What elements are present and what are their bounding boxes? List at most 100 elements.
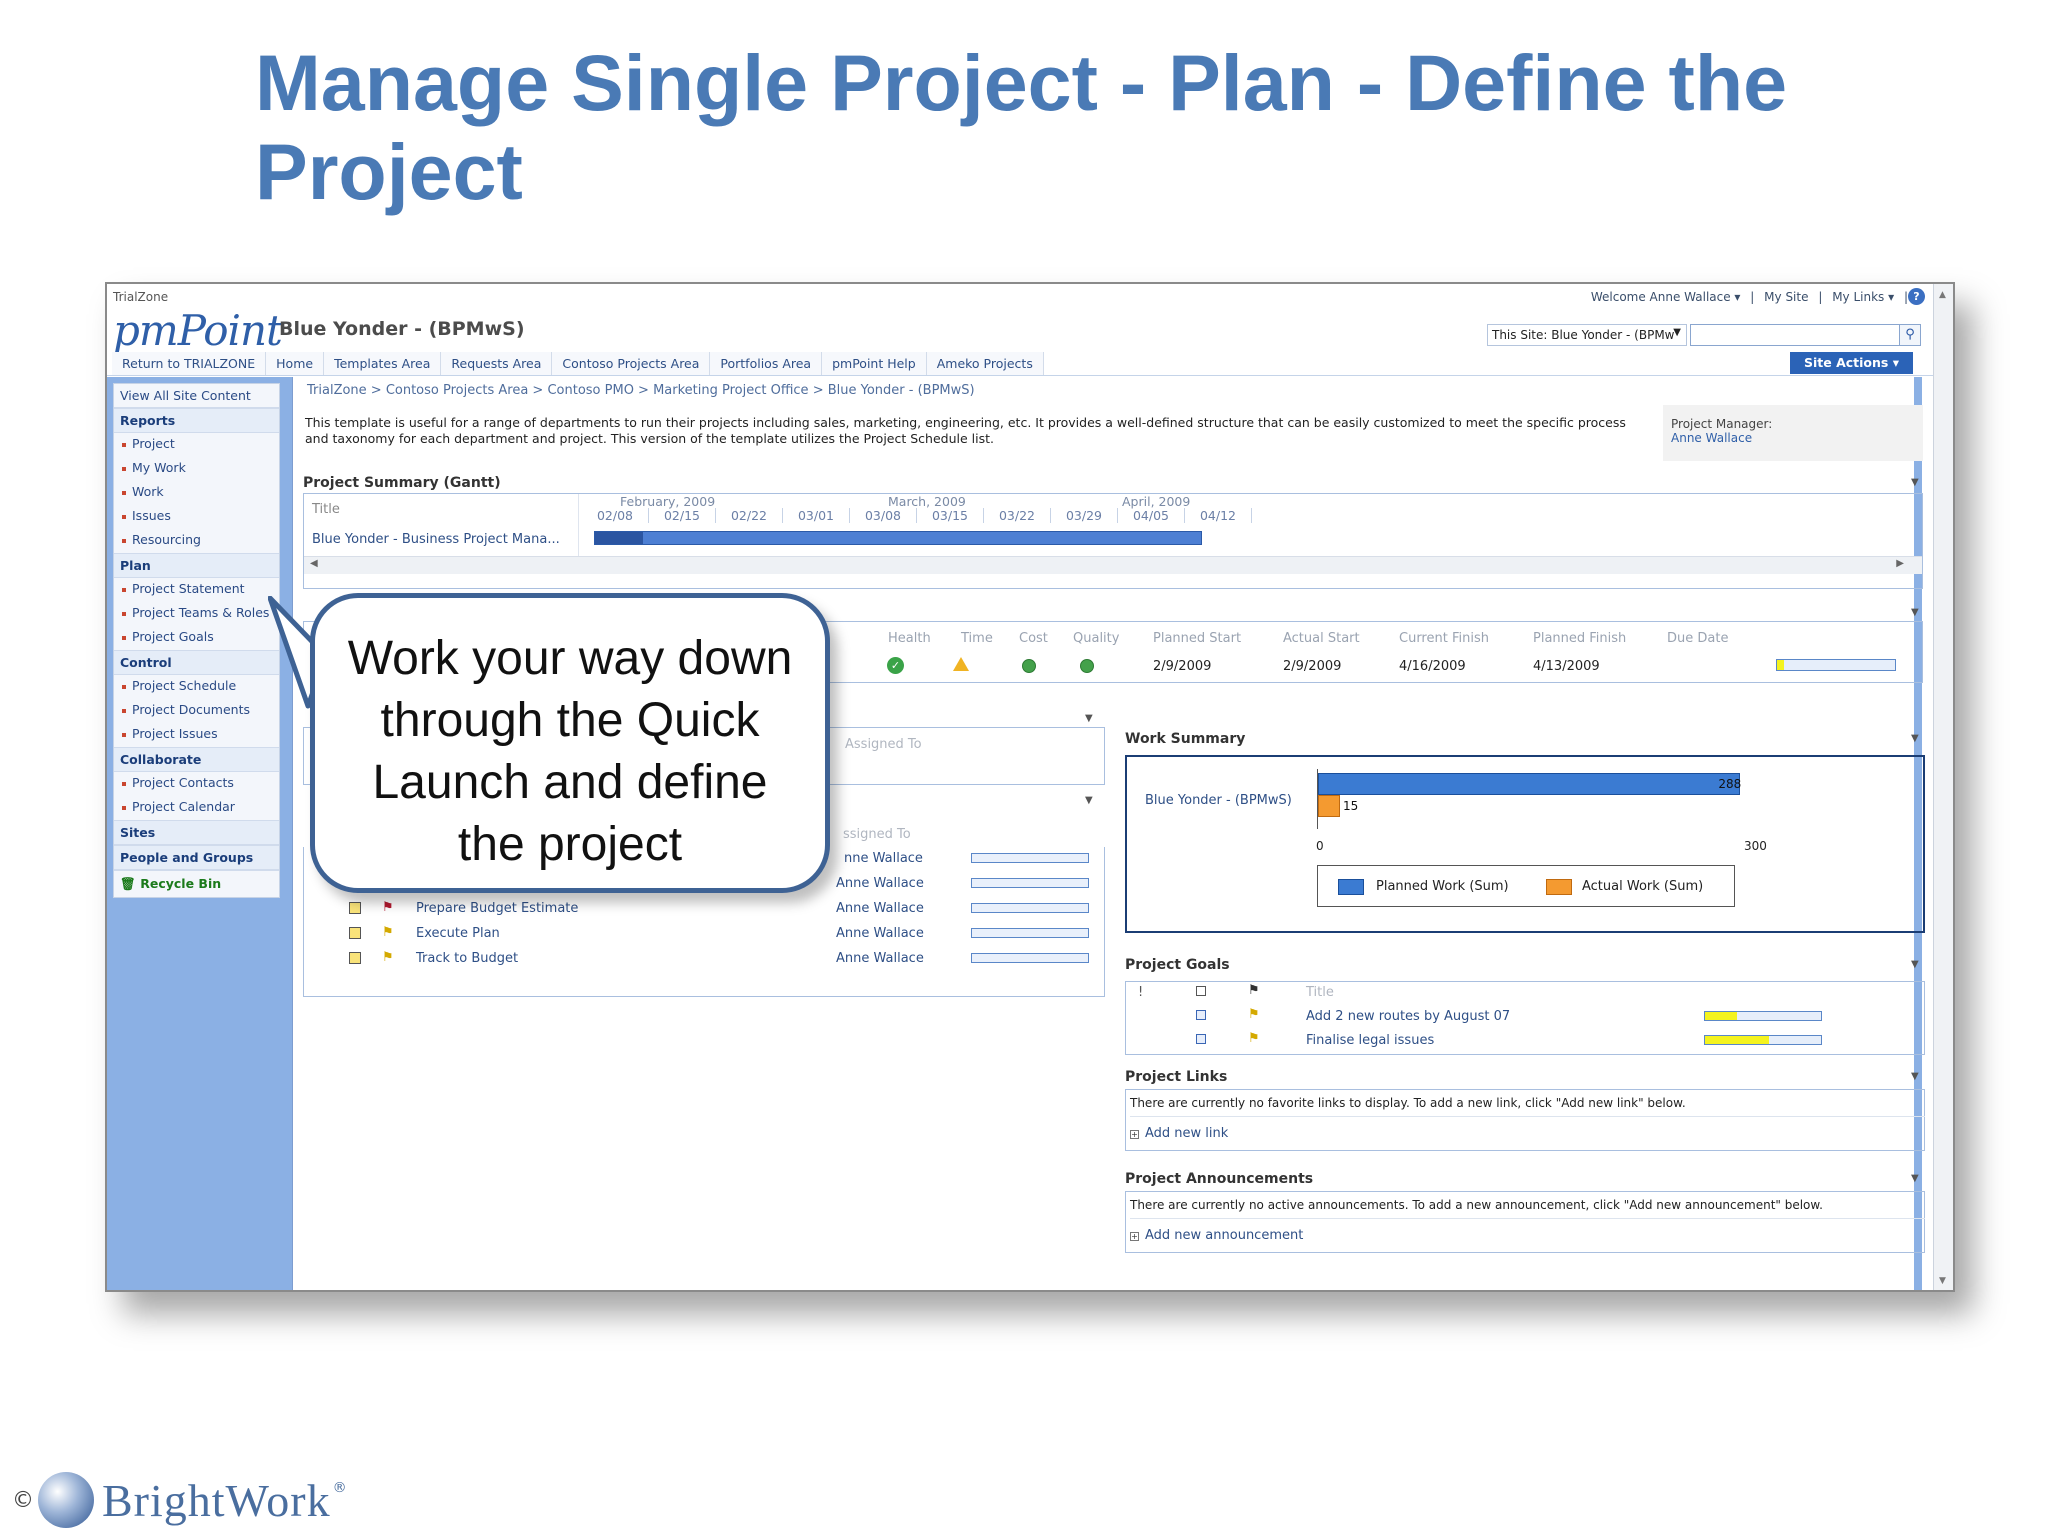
time-warning-icon — [953, 657, 969, 671]
task-name[interactable]: Prepare Budget Estimate — [416, 901, 578, 916]
task-row[interactable]: ⚑ Prepare Budget Estimate Anne Wallace — [304, 897, 1104, 921]
nav-heading-control[interactable]: Control — [114, 650, 279, 675]
gantt-task-bar[interactable] — [594, 531, 1202, 545]
due-date-progress-bar — [1776, 659, 1896, 671]
legend-swatch-actual — [1546, 879, 1572, 895]
welcome-menu[interactable]: Welcome Anne Wallace ▾ | My Site | My Li… — [1585, 290, 1908, 304]
nav-heading-reports[interactable]: Reports — [114, 408, 279, 433]
top-nav-tab[interactable]: Return to TRIALZONE — [112, 352, 267, 375]
add-new-link[interactable]: + Add new link — [1130, 1126, 1228, 1141]
nav-item-project-statement[interactable]: Project Statement — [114, 578, 279, 602]
top-nav-tab[interactable]: Home — [266, 352, 325, 375]
nav-heading-plan[interactable]: Plan — [114, 553, 279, 578]
chevron-right-icon[interactable]: ▶ — [1896, 558, 1904, 569]
goals-header-row: ! ⚑ Title — [1126, 982, 1924, 1004]
recycle-bin-link[interactable]: 🗑 Recycle Bin — [114, 870, 279, 897]
quick-launch: View All Site Content Reports Project My… — [107, 377, 292, 1290]
task-assignee[interactable]: Anne Wallace — [836, 876, 924, 891]
chevron-down-icon[interactable]: ▼ — [1911, 959, 1919, 970]
add-new-announcement-label: Add new announcement — [1145, 1228, 1304, 1243]
top-nav-tab[interactable]: Ameko Projects — [926, 352, 1044, 375]
chevron-left-icon[interactable]: ◀ — [310, 558, 318, 569]
nav-item-my-work[interactable]: My Work — [114, 457, 279, 481]
gantt-week: 04/12 — [1185, 508, 1252, 523]
task-name[interactable]: Track to Budget — [416, 951, 518, 966]
pmpoint-logo[interactable]: pmPoint — [113, 306, 283, 355]
chevron-down-icon[interactable]: ▼ — [1911, 1173, 1919, 1184]
top-nav-tab[interactable]: Contoso Projects Area — [552, 352, 711, 375]
gantt-row-title[interactable]: Blue Yonder - Business Project Mana... — [312, 532, 560, 547]
search-input[interactable] — [1690, 324, 1900, 346]
nav-heading-sites[interactable]: Sites — [114, 820, 279, 845]
nav-item-project-documents[interactable]: Project Documents — [114, 699, 279, 723]
yellow-flag-icon: ⚑ — [382, 925, 394, 940]
nav-item-issues[interactable]: Issues — [114, 505, 279, 529]
task-row[interactable]: ⚑ Track to Budget Anne Wallace — [304, 947, 1104, 971]
breadcrumb[interactable]: TrialZone > Contoso Projects Area > Cont… — [307, 383, 975, 398]
chevron-down-icon[interactable]: ▼ — [1911, 733, 1919, 744]
nav-item-project-goals[interactable]: Project Goals — [114, 626, 279, 650]
task-assignee[interactable]: Anne Wallace — [836, 926, 924, 941]
project-manager-name[interactable]: Anne Wallace — [1671, 431, 1915, 445]
search-icon[interactable]: ⚲ — [1899, 324, 1921, 346]
nav-heading-people-groups[interactable]: People and Groups — [114, 845, 279, 870]
status-header-time: Time — [961, 631, 993, 646]
chevron-down-icon[interactable]: ▼ — [1939, 1276, 1946, 1286]
my-links-menu[interactable]: My Links ▾ — [1832, 290, 1894, 304]
nav-item-resourcing[interactable]: Resourcing — [114, 529, 279, 553]
chart-bar-actual — [1318, 795, 1340, 817]
cost-status-icon — [1022, 659, 1036, 673]
chevron-down-icon[interactable]: ▼ — [1911, 477, 1919, 488]
add-new-announcement[interactable]: + Add new announcement — [1130, 1228, 1303, 1243]
site-name[interactable]: TrialZone — [113, 290, 168, 304]
callout-text: Work your way down through the Quick Lau… — [347, 632, 793, 871]
nav-item-project-contacts[interactable]: Project Contacts — [114, 772, 279, 796]
task-assignee[interactable]: Anne Wallace — [836, 951, 924, 966]
goal-row[interactable]: ⚑ Add 2 new routes by August 07 — [1126, 1006, 1924, 1028]
help-icon[interactable]: ? — [1908, 288, 1925, 305]
goal-row[interactable]: ⚑ Finalise legal issues — [1126, 1030, 1924, 1052]
search-scope-select[interactable]: This Site: Blue Yonder - (BPMw ▼ — [1487, 324, 1687, 346]
top-nav-tab[interactable]: Portfolios Area — [710, 352, 823, 375]
chevron-down-icon[interactable]: ▼ — [1085, 713, 1093, 724]
nav-item-project[interactable]: Project — [114, 433, 279, 457]
nav-item-project-issues[interactable]: Project Issues — [114, 723, 279, 747]
task-row[interactable]: ⚑ Execute Plan Anne Wallace — [304, 922, 1104, 946]
goal-title[interactable]: Finalise legal issues — [1306, 1033, 1434, 1048]
gantt-month: February, 2009 — [620, 494, 716, 509]
site-description: This template is useful for a range of d… — [305, 415, 1626, 446]
chevron-up-icon[interactable]: ▲ — [1939, 290, 1946, 300]
nav-item-project-teams-roles[interactable]: Project Teams & Roles — [114, 602, 279, 626]
my-site-link[interactable]: My Site — [1764, 290, 1808, 304]
priority-icon: ! — [1138, 985, 1144, 1000]
goal-progress-bar — [1704, 1035, 1822, 1045]
task-assignee[interactable]: Anne Wallace — [836, 901, 924, 916]
chevron-down-icon[interactable]: ▼ — [1911, 1071, 1919, 1082]
nav-heading-collaborate[interactable]: Collaborate — [114, 747, 279, 772]
site-actions-button[interactable]: Site Actions ▾ — [1790, 352, 1913, 374]
work-summary-row-label: Blue Yonder - (BPMwS) — [1145, 793, 1292, 808]
chevron-down-icon[interactable]: ▼ — [1085, 795, 1093, 806]
top-nav-tab[interactable]: Requests Area — [441, 352, 553, 375]
gantt-week: 03/01 — [783, 508, 850, 523]
view-all-site-content-link[interactable]: View All Site Content — [114, 384, 279, 408]
gantt-horizontal-scrollbar[interactable]: ◀ ▶ — [304, 556, 1922, 574]
nav-item-project-calendar[interactable]: Project Calendar — [114, 796, 279, 820]
work-summary-chart: Blue Yonder - (BPMwS) 288 15 0 300 Planned … — [1125, 755, 1925, 933]
chevron-down-icon[interactable]: ▼ — [1911, 607, 1919, 618]
top-nav-tab[interactable]: pmPoint Help — [822, 352, 927, 375]
task-name[interactable]: Execute Plan — [416, 926, 500, 941]
gantt-week: 02/15 — [649, 508, 716, 523]
planned-finish-value: 4/13/2009 — [1533, 659, 1600, 674]
nav-item-project-schedule[interactable]: Project Schedule — [114, 675, 279, 699]
nav-item-work[interactable]: Work — [114, 481, 279, 505]
task-assignee[interactable]: nne Wallace — [844, 851, 923, 866]
goal-type-icon — [1196, 1034, 1206, 1044]
top-nav-tab[interactable]: Templates Area — [324, 352, 442, 375]
goal-title[interactable]: Add 2 new routes by August 07 — [1306, 1009, 1510, 1024]
welcome-user[interactable]: Welcome Anne Wallace ▾ — [1591, 290, 1741, 304]
gantt-month: April, 2009 — [1122, 494, 1191, 509]
quick-launch-box: View All Site Content Reports Project My… — [113, 383, 280, 898]
vertical-scrollbar[interactable]: ▲ ▼ — [1933, 284, 1953, 1290]
top-navigation: Return to TRIALZONE Home Templates Area Req… — [107, 350, 1953, 376]
